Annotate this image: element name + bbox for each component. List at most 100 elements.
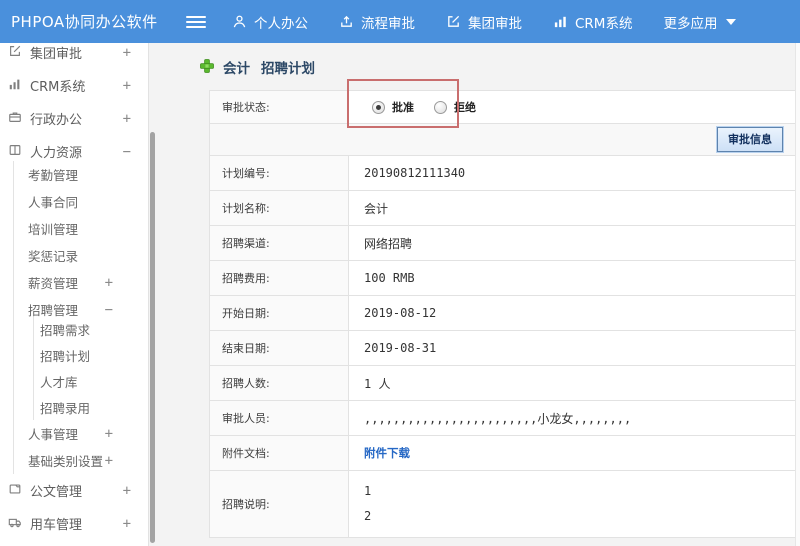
expand-icon[interactable]: + bbox=[105, 275, 113, 291]
collapse-icon[interactable]: − bbox=[123, 144, 131, 160]
attachment-download-link[interactable]: 附件下载 bbox=[364, 446, 410, 460]
sidebar-item-talent-pool[interactable]: 人才库 bbox=[34, 368, 148, 394]
note-line-2: 2 bbox=[364, 509, 372, 523]
sidebar-item-attendance[interactable]: 考勤管理 bbox=[14, 161, 148, 188]
nav-label: 流程审批 bbox=[361, 15, 415, 32]
field-label: 附件文档: bbox=[209, 435, 349, 471]
hamburger-menu-icon[interactable] bbox=[186, 13, 206, 31]
expand-icon[interactable]: + bbox=[123, 78, 131, 94]
hr-submenu: 考勤管理 人事合同 培训管理 奖惩记录 薪资管理 + 招聘管理 − 招聘需求 招… bbox=[13, 161, 148, 474]
radio-approve[interactable] bbox=[372, 100, 385, 114]
field-value: 1 人 bbox=[348, 365, 795, 401]
field-value: 2019-08-31 bbox=[348, 330, 795, 366]
field-value: 20190812111340 bbox=[348, 155, 795, 191]
edit-icon bbox=[446, 14, 461, 29]
sidebar: 集团审批 + CRM系统 + 行政办公 + 人力资源 − 考勤管理 人事合同 培… bbox=[0, 43, 148, 546]
row-recruit-cost: 招聘费用: 100 RMB bbox=[209, 260, 795, 296]
sidebar-item-training[interactable]: 培训管理 bbox=[14, 215, 148, 242]
chart-icon bbox=[553, 14, 568, 29]
sidebar-item-base-category[interactable]: 基础类别设置 + bbox=[14, 447, 148, 474]
page-scrollbar[interactable] bbox=[795, 43, 800, 546]
sidebar-item-rewards[interactable]: 奖惩记录 bbox=[14, 242, 148, 269]
flow-icon bbox=[339, 14, 354, 29]
briefcase-icon bbox=[8, 110, 22, 128]
book-icon bbox=[8, 143, 22, 161]
expand-icon[interactable]: + bbox=[105, 426, 113, 442]
row-start-date: 开始日期: 2019-08-12 bbox=[209, 295, 795, 331]
field-label: 招聘人数: bbox=[209, 365, 349, 401]
person-icon bbox=[232, 14, 247, 29]
field-label: 招聘费用: bbox=[209, 260, 349, 296]
nav-label: 集团审批 bbox=[468, 15, 522, 32]
sidebar-item-recruit-hire[interactable]: 招聘录用 bbox=[34, 394, 148, 420]
expand-icon[interactable]: + bbox=[123, 45, 131, 61]
radio-reject[interactable] bbox=[434, 100, 447, 114]
row-recruit-note: 招聘说明: 1 2 bbox=[209, 470, 795, 538]
row-plan-name: 计划名称: 会计 bbox=[209, 190, 795, 226]
sidebar-item-admin-office[interactable]: 行政办公 + bbox=[0, 102, 148, 135]
topbar: PHPOA协同办公软件 个人办公 流程审批 集团审批 CRM系统 更多应用 bbox=[0, 0, 800, 43]
nav-crm-system[interactable]: CRM系统 bbox=[553, 12, 632, 32]
row-approval-status: 审批状态: 批准 拒绝 bbox=[209, 90, 795, 124]
field-value: 网络招聘 bbox=[348, 225, 795, 261]
sidebar-item-hr-contract[interactable]: 人事合同 bbox=[14, 188, 148, 215]
caret-down-icon bbox=[726, 18, 737, 25]
nav-more-apps[interactable]: 更多应用 bbox=[663, 12, 737, 32]
nav-personal-office[interactable]: 个人办公 bbox=[232, 12, 308, 32]
field-label: 计划编号: bbox=[209, 155, 349, 191]
field-value: 100 RMB bbox=[348, 260, 795, 296]
field-label: 审批状态: bbox=[209, 90, 349, 124]
document-icon bbox=[8, 482, 22, 500]
plan-type-title: 招聘计划 bbox=[261, 61, 315, 77]
recruit-submenu: 招聘需求 招聘计划 人才库 招聘录用 bbox=[33, 316, 148, 420]
sidebar-item-vehicle[interactable]: 用车管理 + bbox=[0, 507, 148, 540]
top-nav: 个人办公 流程审批 集团审批 CRM系统 更多应用 bbox=[232, 12, 767, 32]
expand-icon[interactable]: + bbox=[123, 483, 131, 499]
sidebar-scrollbar[interactable] bbox=[148, 43, 155, 546]
expand-icon[interactable]: + bbox=[105, 453, 113, 469]
app-logo: PHPOA协同办公软件 bbox=[11, 13, 158, 31]
row-end-date: 结束日期: 2019-08-31 bbox=[209, 330, 795, 366]
expand-icon[interactable]: + bbox=[123, 111, 131, 127]
bar-chart-icon bbox=[8, 77, 22, 95]
page-title: 会计 招聘计划 bbox=[200, 57, 795, 77]
nav-label: 个人办公 bbox=[254, 15, 308, 32]
expand-icon[interactable]: + bbox=[123, 516, 131, 532]
recruit-plan-form: 审批状态: 批准 拒绝 审批信息 计划编号: 20190812111340 计划… bbox=[209, 90, 795, 538]
nav-label: 更多应用 bbox=[663, 15, 718, 32]
approval-info-button[interactable]: 审批信息 bbox=[717, 127, 783, 152]
radio-reject-label[interactable]: 拒绝 bbox=[454, 99, 476, 115]
radio-approve-label[interactable]: 批准 bbox=[392, 99, 414, 115]
plan-name-title: 会计 bbox=[223, 61, 250, 77]
sidebar-item-group-approval[interactable]: 集团审批 + bbox=[0, 43, 148, 69]
plus-icon bbox=[200, 58, 214, 76]
sidebar-item-recruit-plan[interactable]: 招聘计划 bbox=[34, 342, 148, 368]
row-attachment: 附件文档: 附件下载 bbox=[209, 435, 795, 471]
nav-process-approval[interactable]: 流程审批 bbox=[339, 12, 415, 32]
field-label: 计划名称: bbox=[209, 190, 349, 226]
row-recruit-channel: 招聘渠道: 网络招聘 bbox=[209, 225, 795, 261]
sidebar-item-recruit-demand[interactable]: 招聘需求 bbox=[34, 316, 148, 342]
row-plan-number: 计划编号: 20190812111340 bbox=[209, 155, 795, 191]
field-label: 结束日期: bbox=[209, 330, 349, 366]
field-value: 会计 bbox=[348, 190, 795, 226]
nav-group-approval[interactable]: 集团审批 bbox=[446, 12, 522, 32]
field-label: 开始日期: bbox=[209, 295, 349, 331]
truck-icon bbox=[8, 515, 22, 533]
sidebar-item-personnel-mgmt[interactable]: 人事管理 + bbox=[14, 420, 148, 447]
note-line-1: 1 bbox=[364, 484, 372, 498]
row-approval-action: 审批信息 bbox=[209, 123, 795, 156]
row-approvers: 审批人员: ,,,,,,,,,,,,,,,,,,,,,,,,小龙女,,,,,,,… bbox=[209, 400, 795, 436]
sidebar-item-crm[interactable]: CRM系统 + bbox=[0, 69, 148, 102]
sidebar-item-salary[interactable]: 薪资管理 + bbox=[14, 269, 148, 296]
field-label: 招聘渠道: bbox=[209, 225, 349, 261]
row-headcount: 招聘人数: 1 人 bbox=[209, 365, 795, 401]
main-content: 会计 招聘计划 审批状态: 批准 拒绝 审批信息 计划编号: 201908121… bbox=[155, 43, 795, 546]
field-value: ,,,,,,,,,,,,,,,,,,,,,,,,小龙女,,,,,,,, bbox=[348, 400, 795, 436]
nav-label: CRM系统 bbox=[575, 15, 633, 32]
field-label: 审批人员: bbox=[209, 400, 349, 436]
field-value: 2019-08-12 bbox=[348, 295, 795, 331]
edit-square-icon bbox=[8, 44, 22, 62]
sidebar-item-documents[interactable]: 公文管理 + bbox=[0, 474, 148, 507]
field-label: 招聘说明: bbox=[209, 470, 349, 538]
